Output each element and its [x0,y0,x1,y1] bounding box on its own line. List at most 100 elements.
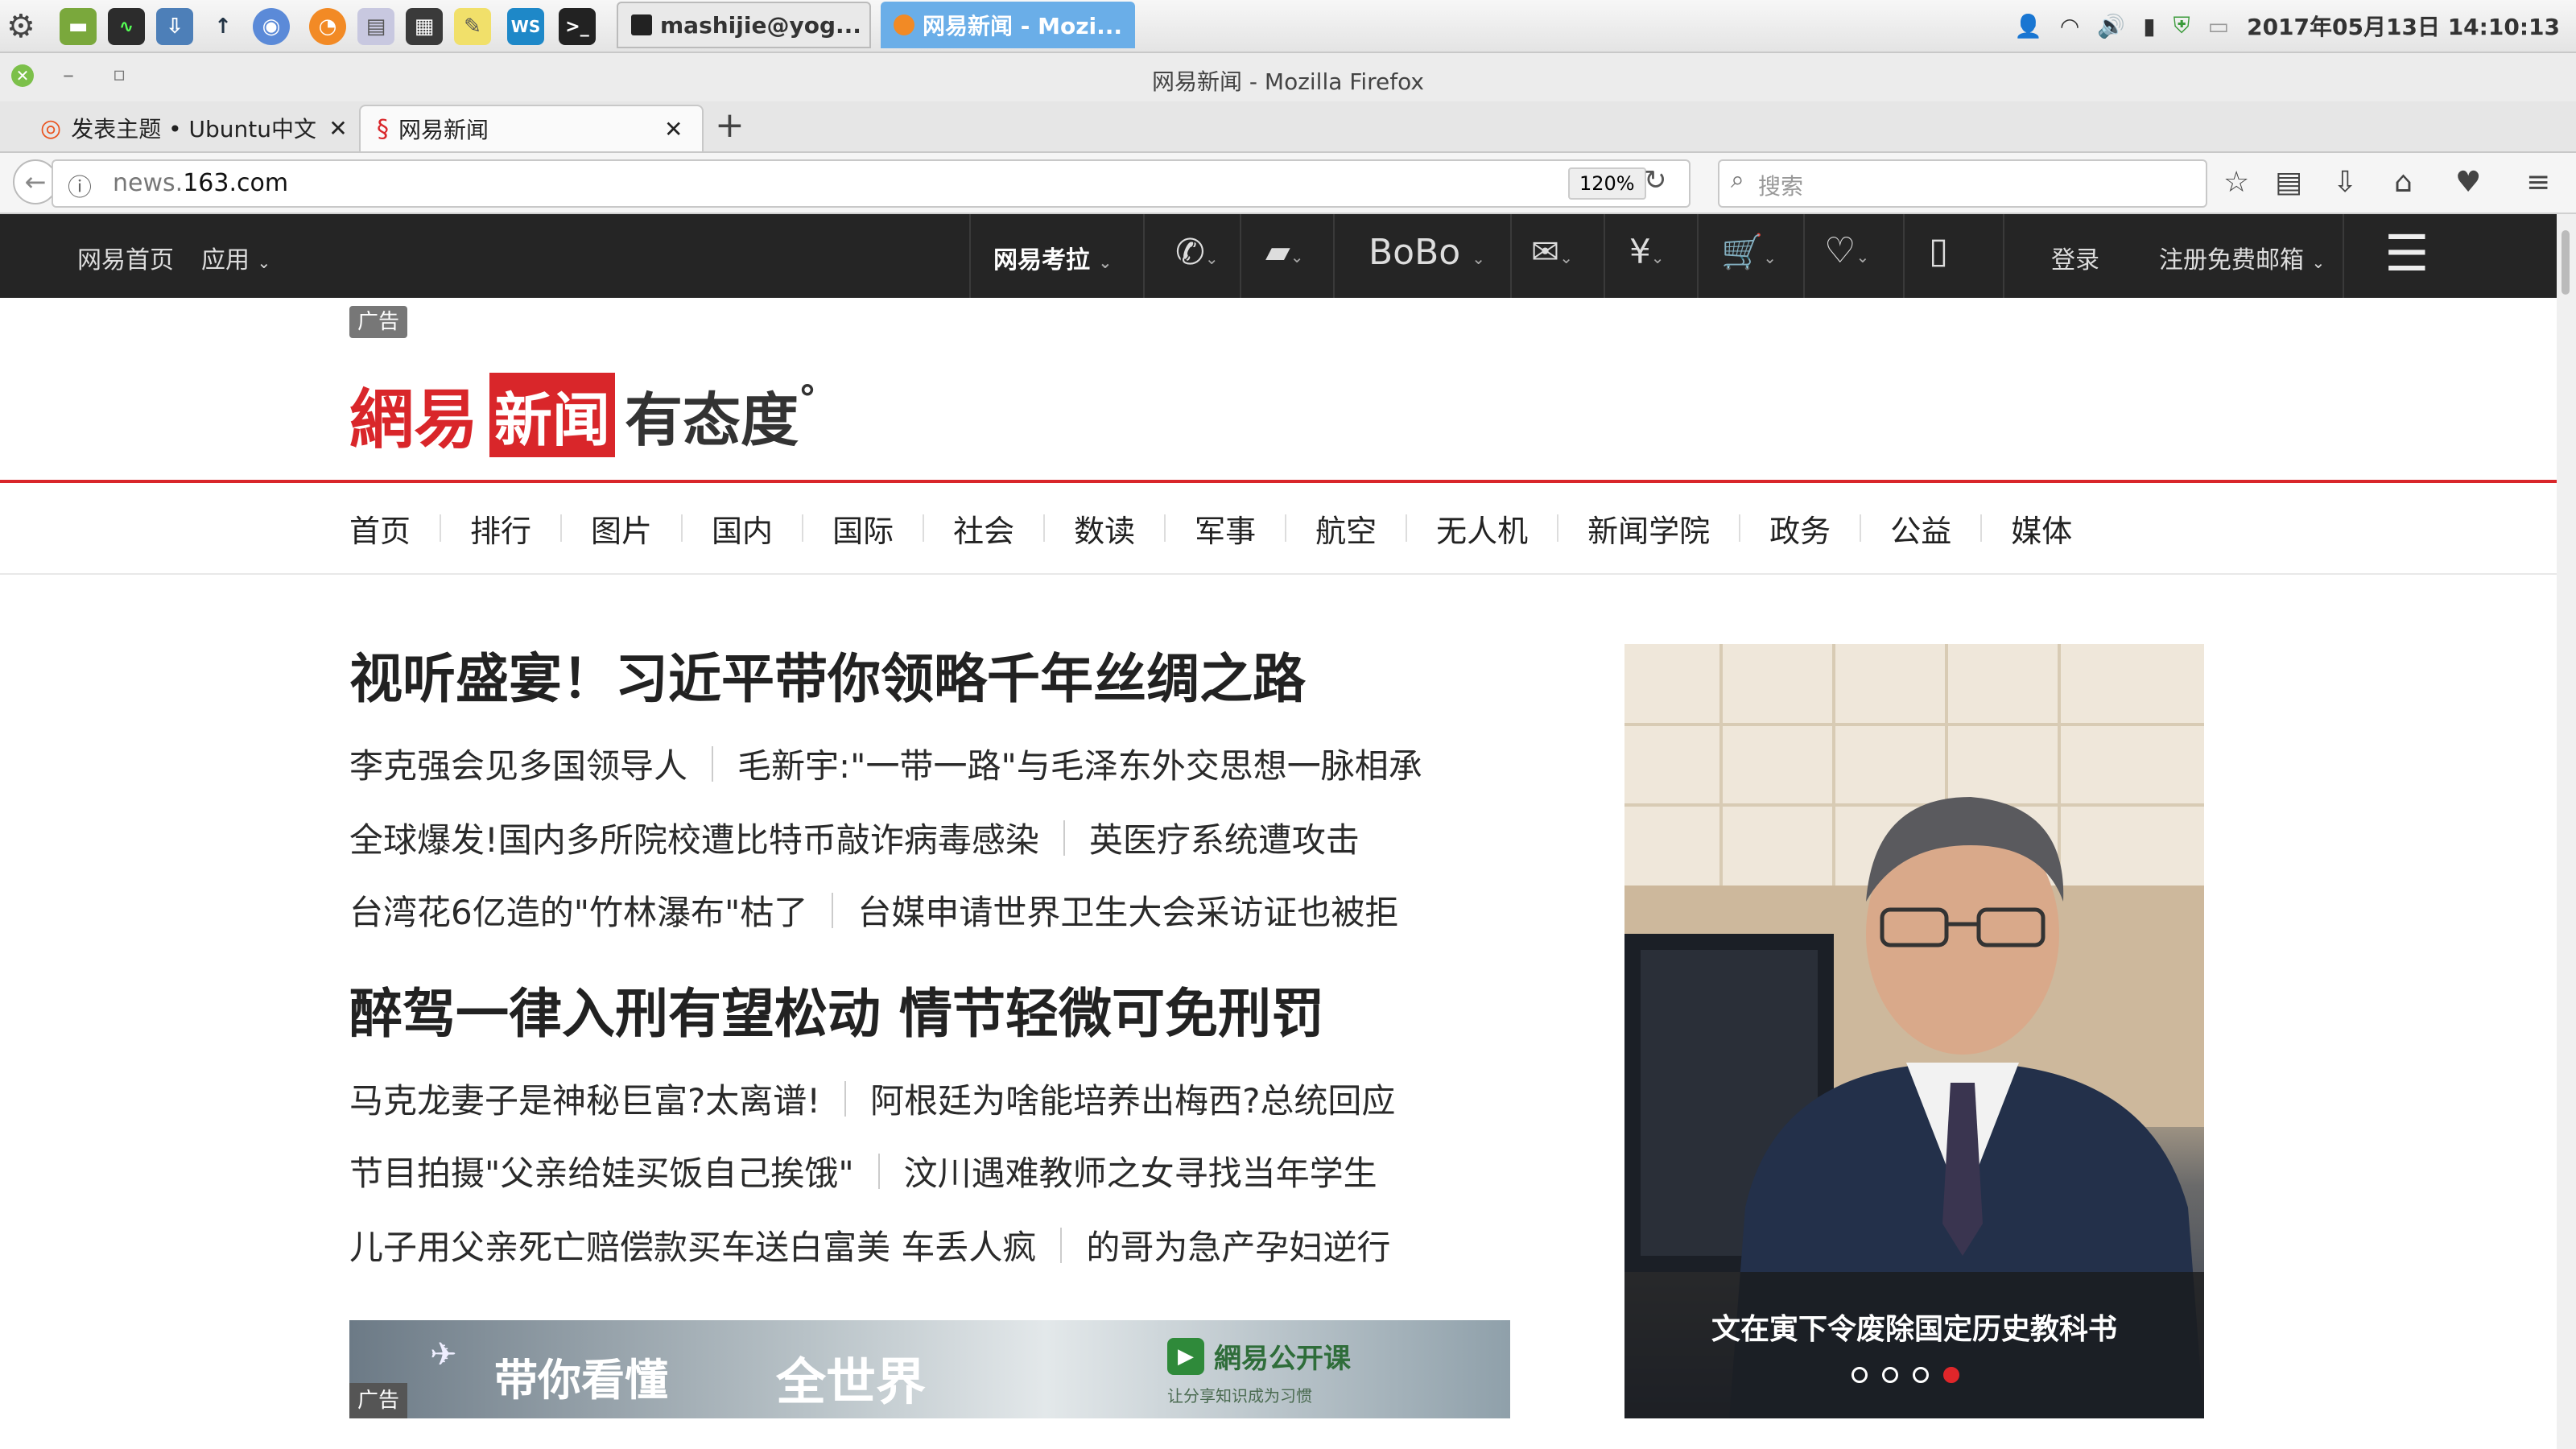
favorites-menu[interactable]: ♡⌄ [1824,230,1869,271]
channel-link[interactable]: 新闻学院 [1587,506,1710,551]
register-mail-link[interactable]: 注册免费邮箱 ⌄ [2159,240,2325,275]
channel-link[interactable]: 政务 [1769,506,1831,551]
terminal-task-icon [631,14,652,35]
divider [969,214,971,298]
editor-launcher-icon[interactable]: ▤ [357,8,394,45]
channel-link[interactable]: 数读 [1074,506,1135,551]
ad-banner[interactable]: ✈ 带你看懂 全世界 ▶ 網易公开课 让分享知识成为习惯 广告 [349,1320,1510,1418]
channel-link[interactable]: 国际 [832,506,894,551]
keyboard-icon[interactable]: ▭ [2208,13,2229,39]
news-link[interactable]: 全球爆发!国内多所院校遭比特币敲诈病毒感染 [349,813,1039,862]
new-tab-icon[interactable]: + [715,105,745,146]
finance-menu[interactable]: ¥⌄ [1629,232,1665,271]
headline-1[interactable]: 视听盛宴！习近平带你领略千年丝绸之路 [349,636,1306,713]
page-scrollbar[interactable] [2557,214,2576,1449]
webstorm-launcher-icon[interactable]: WS [507,8,544,45]
reload-icon[interactable]: ↻ [1644,164,1667,196]
logo-news: 新闻 [489,372,616,457]
files-launcher-icon[interactable]: ▬ [60,8,97,45]
login-link[interactable]: 登录 [2051,240,2099,275]
carousel-dot[interactable] [1913,1367,1929,1383]
kaola-label: 网易考拉 [993,246,1090,275]
mail-menu[interactable]: ✉⌄ [1531,232,1573,271]
apps-menu[interactable]: 应用 ⌄ [201,240,270,275]
reader-menu[interactable]: ▰⌄ [1265,233,1304,270]
mobile-app-icon[interactable]: ▯ [1929,230,1948,271]
calculator-launcher-icon[interactable]: ▦ [406,8,443,45]
channel-link[interactable]: 无人机 [1436,506,1528,551]
close-tab-icon[interactable]: ✕ [664,116,683,142]
channel-link[interactable]: 首页 [349,506,411,551]
channel-link[interactable]: 社会 [953,506,1014,551]
channel-link[interactable]: 军事 [1195,506,1256,551]
tab-ubuntu-forum[interactable]: ◎ 发表主题 • Ubuntu中文 ✕ [24,105,354,151]
channel-link[interactable]: 国内 [712,506,773,551]
url-bar[interactable]: ⓘ news.163.com 120% ↻ [52,159,1690,208]
software-center-launcher-icon[interactable]: ⇩ [156,8,193,45]
news-link[interactable]: 李克强会见多国领导人 [349,739,687,788]
scrollbar-thumb[interactable] [2562,230,2570,295]
news-link[interactable]: 节目拍摄"父亲给娃买饭自己挨饿" [349,1146,854,1195]
divider [2343,214,2344,298]
featured-photo-carousel[interactable]: 文在寅下令废除国定历史教科书 [1624,644,2204,1418]
bookmark-star-icon[interactable]: ☆ [2223,166,2249,199]
wifi-icon[interactable]: ◠ [2060,13,2079,39]
volume-icon[interactable]: 🔊 [2097,13,2125,39]
zoom-level[interactable]: 120% [1568,167,1646,200]
site-menu-hamburger-icon[interactable]: ☰ [2384,225,2429,282]
task-firefox[interactable]: 网易新闻 - Mozi... [881,2,1135,48]
chrome-launcher-icon[interactable]: ◉ [253,8,290,45]
news-link[interactable]: 台媒申请世界卫生大会采访证也被拒 [857,886,1398,935]
search-placeholder: 搜索 [1758,173,1804,200]
search-box[interactable]: ⌕ 搜索 [1718,159,2207,208]
battery-icon[interactable]: ▮ [2143,13,2155,39]
pocket-icon[interactable]: ♥ [2455,166,2481,199]
tab-netease-news[interactable]: § 网易新闻 ✕ [359,105,704,151]
clock-text[interactable]: 2017年05月13日 14:10:13 [2247,10,2560,42]
firefox-launcher-icon[interactable]: ◔ [309,8,346,45]
channel-link[interactable]: 图片 [591,506,652,551]
notes-launcher-icon[interactable]: ✎ [454,8,491,45]
system-monitor-launcher-icon[interactable]: ∿ [108,8,145,45]
netease-home-link[interactable]: 网易首页 [77,240,174,275]
news-link[interactable]: 马克龙妻子是神秘巨富?太离谱! [349,1074,820,1123]
phone-menu[interactable]: ✆⌄ [1175,232,1219,273]
carousel-dot[interactable] [1852,1367,1868,1383]
settings-gear-icon[interactable]: ⚙ [6,8,35,45]
hamburger-menu-icon[interactable]: ≡ [2526,166,2550,199]
news-link[interactable]: 毛新宇:"一带一路"与毛泽东外交思想一脉相承 [737,739,1422,788]
search-icon: ⌕ [1731,166,1744,194]
kaola-menu[interactable]: 网易考拉 ⌄ [993,240,1112,275]
chevron-down-icon: ⌄ [1472,249,1485,268]
news-link[interactable]: 儿子用父亲死亡赔偿款买车送白富美 车丢人疯 [349,1220,1036,1269]
channel-link[interactable]: 媒体 [2011,506,2072,551]
upload-launcher-icon[interactable]: ↑ [204,8,242,45]
banner-text-1: 带你看懂 [494,1354,668,1406]
site-info-icon[interactable]: ⓘ [68,167,92,203]
news-link[interactable]: 阿根廷为啥能培养出梅西?总统回应 [870,1074,1395,1123]
bobo-menu[interactable]: BoBo ⌄ [1368,232,1485,273]
headline-2[interactable]: 醉驾一律入刑有望松动 情节轻微可免刑罚 [349,971,1324,1048]
channel-link[interactable]: 公益 [1890,506,1951,551]
divider [1240,214,1241,298]
reading-list-icon[interactable]: ▤ [2275,166,2302,199]
news-link[interactable]: 台湾花6亿造的"竹林瀑布"枯了 [349,886,807,935]
divider [802,514,804,542]
news-link[interactable]: 英医疗系统遭攻击 [1089,813,1360,862]
terminal-launcher-icon[interactable]: >_ [559,8,596,45]
user-icon[interactable]: 👤 [2014,13,2042,39]
channel-link[interactable]: 排行 [470,506,531,551]
carousel-dot[interactable] [1943,1367,1959,1383]
netease-news-logo[interactable]: 網易 新闻 有态度 ° [349,370,816,459]
cart-menu[interactable]: 🛒⌄ [1721,232,1777,272]
news-link[interactable]: 的哥为急产孕妇逆行 [1086,1220,1390,1269]
photo-caption[interactable]: 文在寅下令废除国定历史教科书 [1624,1306,2204,1348]
channel-link[interactable]: 航空 [1315,506,1377,551]
carousel-dot[interactable] [1882,1367,1898,1383]
news-link[interactable]: 汶川遇难教师之女寻找当年学生 [904,1146,1377,1195]
task-terminal[interactable]: mashijie@yog... [617,2,871,48]
home-icon[interactable]: ⌂ [2394,166,2413,199]
close-tab-icon[interactable]: ✕ [328,115,347,142]
shield-icon[interactable]: ⛨ [2174,12,2190,39]
download-icon[interactable]: ⇩ [2333,166,2357,199]
